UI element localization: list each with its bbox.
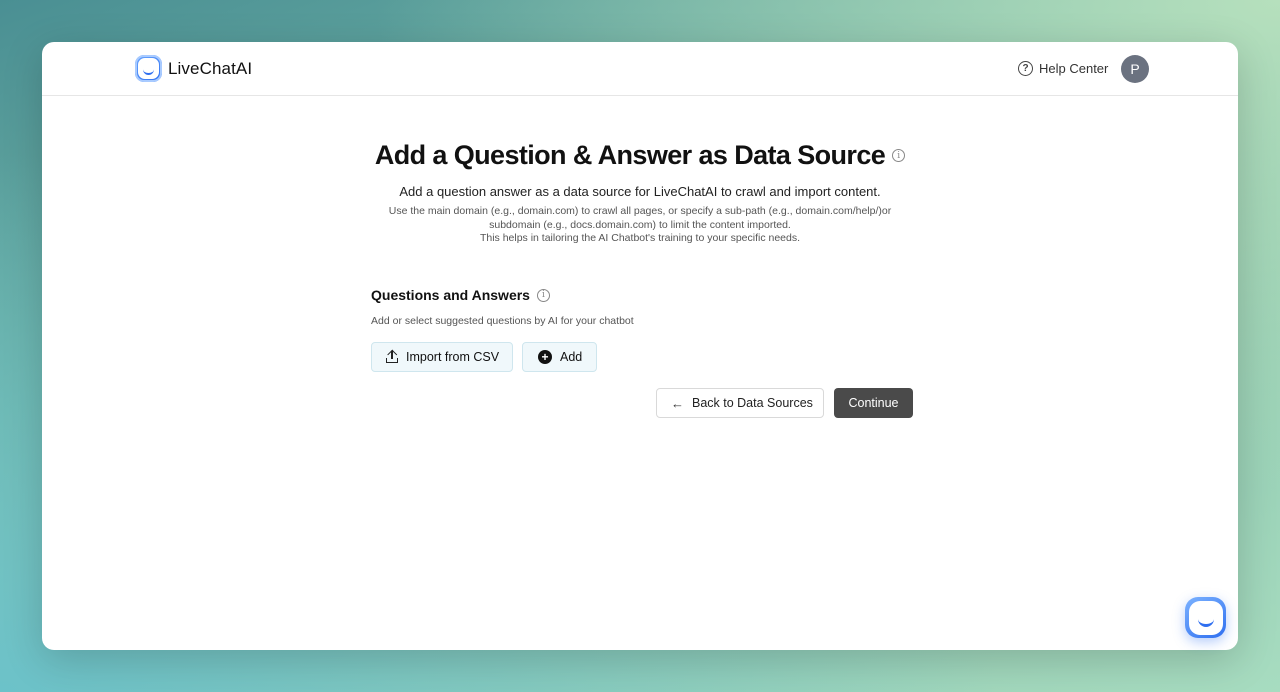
- page-description: Use the main domain (e.g., domain.com) t…: [372, 205, 908, 246]
- qa-section-subtitle: Add or select suggested questions by AI …: [371, 315, 634, 327]
- info-circle-icon[interactable]: i: [536, 288, 550, 302]
- user-avatar[interactable]: P: [1121, 55, 1149, 83]
- chat-widget-icon: [1188, 600, 1223, 635]
- brand-name: LiveChatAI: [168, 58, 253, 78]
- app-window: LiveChatAI ? Help Center P Add a Questio…: [42, 42, 1238, 650]
- import-csv-button[interactable]: Import from CSV: [371, 342, 513, 372]
- help-center-label: Help Center: [1039, 61, 1109, 76]
- add-label: Add: [560, 350, 583, 364]
- chat-widget-button[interactable]: [1185, 597, 1226, 638]
- question-circle-icon: ?: [1018, 61, 1033, 76]
- qa-section-title: Questions and Answers: [371, 287, 530, 303]
- back-to-data-sources-button[interactable]: ← Back to Data Sources: [656, 388, 824, 418]
- qa-section-header: Questions and Answers i: [371, 287, 550, 303]
- page-title: Add a Question & Answer as Data Source: [374, 140, 886, 170]
- description-line: Use the main domain (e.g., domain.com) t…: [388, 205, 892, 217]
- back-label: Back to Data Sources: [692, 396, 813, 410]
- import-csv-label: Import from CSV: [406, 350, 500, 364]
- help-center-link[interactable]: ? Help Center: [1018, 61, 1108, 76]
- plus-circle-icon: +: [538, 350, 552, 364]
- description-line: This helps in tailoring the AI Chatbot's…: [479, 232, 801, 244]
- description-line: subdomain (e.g., docs.domain.com) to lim…: [489, 218, 791, 231]
- add-question-button[interactable]: + Add: [522, 342, 597, 372]
- page-subtitle: Add a question answer as a data source f…: [399, 184, 881, 199]
- top-navbar: LiveChatAI ? Help Center P: [42, 42, 1238, 96]
- continue-button[interactable]: Continue: [834, 388, 913, 418]
- arrow-left-icon: ←: [671, 395, 684, 411]
- upload-icon: [386, 349, 398, 363]
- page-header: Add a Question & Answer as Data Source i: [42, 140, 1238, 171]
- logo-icon: [135, 55, 162, 82]
- info-circle-icon[interactable]: i: [892, 149, 906, 162]
- brand-logo[interactable]: LiveChatAI: [135, 55, 252, 82]
